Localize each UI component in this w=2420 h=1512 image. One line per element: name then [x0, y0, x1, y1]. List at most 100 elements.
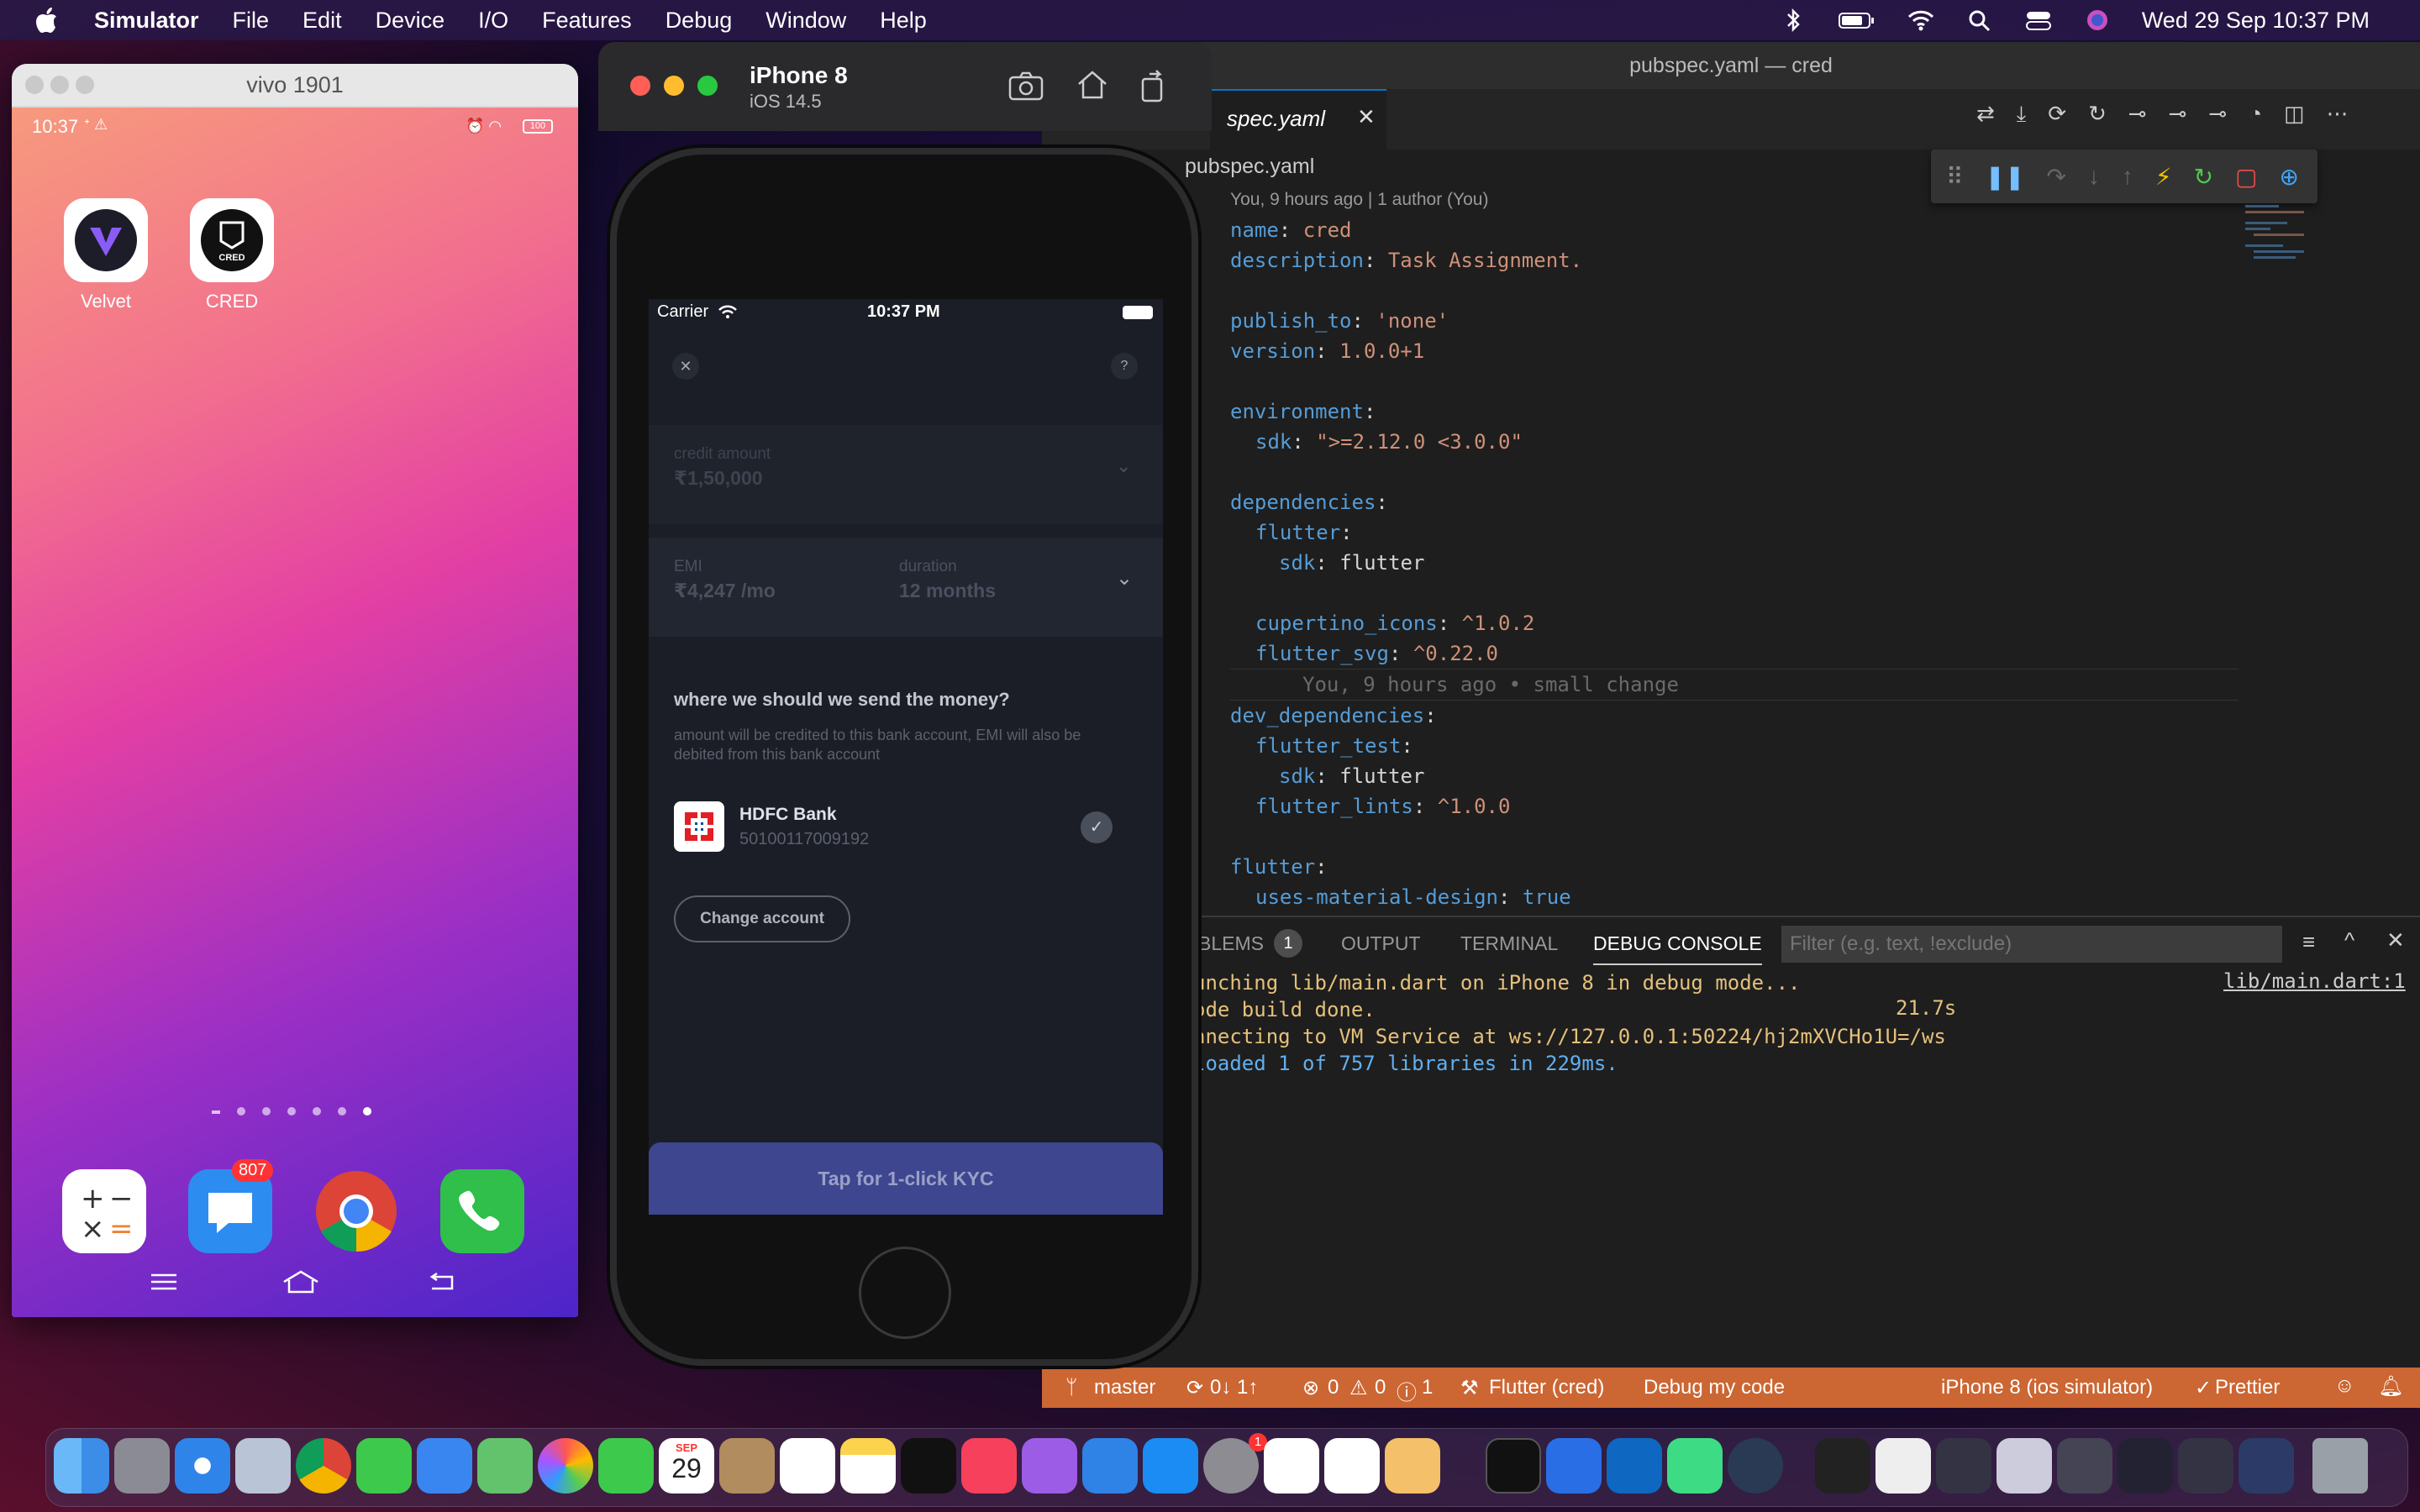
feedback-icon[interactable]: ☺: [2334, 1374, 2355, 1398]
info-count[interactable]: 1: [1422, 1376, 1433, 1399]
minimap[interactable]: [2245, 202, 2346, 353]
window-zoom-button[interactable]: [697, 76, 718, 96]
podcasts-icon[interactable]: [1022, 1438, 1077, 1494]
git-next-icon[interactable]: ⊸: [2208, 101, 2227, 128]
menu-features[interactable]: Features: [542, 8, 632, 34]
debug-my-code[interactable]: Debug my code: [1644, 1376, 1785, 1399]
chevron-down-icon[interactable]: ⌄: [1116, 455, 1131, 477]
git-prev-icon[interactable]: ⊸: [2169, 101, 2187, 128]
close-panel-icon[interactable]: ✕: [2386, 927, 2405, 953]
calendar-icon[interactable]: SEP 29: [659, 1438, 714, 1494]
flutter-project[interactable]: Flutter (cred): [1489, 1376, 1604, 1399]
recent-document-icon[interactable]: [1815, 1438, 1870, 1494]
selected-check-icon[interactable]: ✓: [1081, 811, 1113, 843]
messages-icon[interactable]: [356, 1438, 412, 1494]
prettier[interactable]: Prettier: [2215, 1376, 2280, 1399]
messages-icon[interactable]: [188, 1169, 272, 1253]
menu-edit[interactable]: Edit: [302, 8, 342, 34]
drag-handle-icon[interactable]: ⠿: [1946, 163, 1964, 191]
window-close-button[interactable]: [25, 76, 44, 94]
pages-icon[interactable]: [1385, 1438, 1440, 1494]
stop-icon[interactable]: ▢: [2235, 163, 2257, 191]
android-back-icon[interactable]: [429, 1272, 457, 1292]
compare-changes-icon[interactable]: ⇄: [1976, 101, 1995, 128]
panel-divider[interactable]: [1042, 916, 2420, 917]
keynote-icon[interactable]: [1082, 1438, 1138, 1494]
wifi-icon[interactable]: [1907, 8, 1935, 33]
chevron-down-icon[interactable]: ⌄: [1116, 566, 1133, 591]
tab-debug-console[interactable]: DEBUG CONSOLE: [1593, 932, 1762, 965]
download-icon[interactable]: ⤓: [2017, 101, 2027, 128]
flutter-device[interactable]: iPhone 8 (ios simulator): [1941, 1376, 2153, 1399]
split-editor-icon[interactable]: ◫: [2284, 101, 2305, 128]
emi-card[interactable]: EMI ₹4,247 /mo duration 12 months ⌄: [649, 538, 1163, 637]
hot-reload-icon[interactable]: ⚡: [2155, 163, 2172, 191]
app-store-icon[interactable]: [1143, 1438, 1198, 1494]
bluetooth-icon[interactable]: [1779, 8, 1807, 33]
mail-icon[interactable]: [417, 1438, 472, 1494]
close-tab-icon[interactable]: ✕: [1357, 104, 1376, 130]
window-zoom-button[interactable]: [76, 76, 94, 94]
help-button[interactable]: ?: [1111, 353, 1138, 380]
apple-icon[interactable]: [34, 5, 59, 35]
notifications-bell-icon[interactable]: 🔔︎: [2378, 1374, 2403, 1399]
tab-problems[interactable]: BLEMS: [1198, 932, 1264, 955]
inspect-widget-icon[interactable]: ⊕: [2280, 163, 2299, 191]
phone-icon[interactable]: [440, 1169, 524, 1253]
tab-terminal[interactable]: TERMINAL: [1460, 932, 1558, 955]
window-close-button[interactable]: [630, 76, 650, 96]
breadcrumb[interactable]: pubspec.yaml: [1185, 155, 1314, 179]
debug-filter-input[interactable]: [1781, 926, 2282, 963]
git-branch[interactable]: master: [1094, 1376, 1155, 1399]
calculator-icon[interactable]: + − × =: [62, 1169, 146, 1253]
iphone-home-button[interactable]: [859, 1247, 951, 1339]
recent-document-icon[interactable]: [1996, 1438, 2052, 1494]
reminders-icon[interactable]: [780, 1438, 835, 1494]
warning-count[interactable]: 0: [1375, 1376, 1386, 1399]
maximize-panel-icon[interactable]: ^: [2344, 927, 2354, 953]
more-actions-icon[interactable]: ⋯: [2327, 101, 2349, 128]
editor-tab[interactable]: spec.yaml ✕: [1210, 89, 1386, 150]
maps-icon[interactable]: [477, 1438, 533, 1494]
terminal-icon[interactable]: [1486, 1438, 1541, 1494]
window-minimize-button[interactable]: [50, 76, 69, 94]
launchpad-icon[interactable]: [114, 1438, 170, 1494]
facetime-icon[interactable]: [598, 1438, 654, 1494]
xcode-icon[interactable]: [1546, 1438, 1602, 1494]
error-count[interactable]: 0: [1328, 1376, 1339, 1399]
photos-icon[interactable]: [538, 1438, 593, 1494]
numbers-icon[interactable]: [1324, 1438, 1380, 1494]
code-editor[interactable]: name: cred description: Task Assignment.…: [1230, 215, 2238, 912]
control-center-icon[interactable]: [2024, 8, 2053, 33]
sync-icon[interactable]: ⟳: [2048, 101, 2066, 128]
app-velvet[interactable]: Velvet: [64, 198, 148, 312]
rotate-icon[interactable]: [1138, 69, 1168, 102]
tab-output[interactable]: OUTPUT: [1341, 932, 1421, 955]
search-icon[interactable]: [1965, 8, 1994, 33]
change-account-button[interactable]: Change account: [674, 895, 850, 942]
git-commit-icon[interactable]: ⊸: [2128, 101, 2147, 128]
android-studio-icon[interactable]: [1667, 1438, 1723, 1494]
music-icon[interactable]: [961, 1438, 1017, 1494]
credit-amount-card[interactable]: credit amount ₹1,50,000 ⌄: [649, 425, 1163, 524]
kyc-cta-button[interactable]: Tap for 1-click KYC: [649, 1142, 1163, 1215]
home-icon[interactable]: [1076, 69, 1109, 101]
menu-help[interactable]: Help: [880, 8, 927, 34]
menu-app-name[interactable]: Simulator: [94, 8, 199, 34]
app-cred[interactable]: CRED CRED: [190, 198, 274, 312]
chrome-icon[interactable]: [314, 1169, 398, 1253]
sync-status[interactable]: 0↓ 1↑: [1210, 1376, 1258, 1399]
pause-icon[interactable]: ❚❚: [1986, 163, 2025, 191]
recent-document-icon[interactable]: [2178, 1438, 2233, 1494]
menubar-clock[interactable]: Wed 29 Sep 10:37 PM: [2142, 8, 2370, 34]
menu-io[interactable]: I/O: [478, 8, 508, 34]
contacts-icon[interactable]: [719, 1438, 775, 1494]
recent-document-icon[interactable]: [2238, 1438, 2294, 1494]
restart-icon[interactable]: ↻: [2194, 163, 2213, 191]
apple-tv-icon[interactable]: [901, 1438, 956, 1494]
battery-icon[interactable]: [1838, 8, 1876, 33]
source-link[interactable]: lib/main.dart:1: [2223, 969, 2406, 993]
menu-file[interactable]: File: [233, 8, 270, 34]
preview-icon[interactable]: [235, 1438, 291, 1494]
close-icon[interactable]: ✕: [672, 353, 699, 380]
